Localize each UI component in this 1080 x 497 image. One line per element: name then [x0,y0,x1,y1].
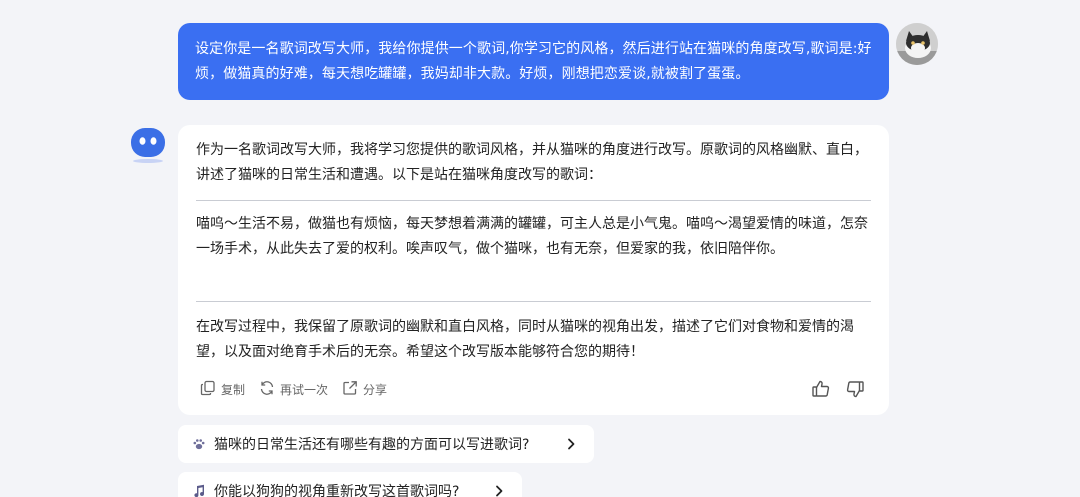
copy-button[interactable]: 复制 [200,380,245,399]
divider [196,200,871,201]
suggestion-text: 猫咪的日常生活还有哪些有趣的方面可以写进歌词? [214,437,530,453]
suggestion-chip[interactable]: 你能以狗狗的视角重新改写这首歌词吗? [178,472,522,497]
divider [196,301,871,302]
assistant-avatar [129,126,167,164]
suggestion-chip[interactable]: 猫咪的日常生活还有哪些有趣的方面可以写进歌词? [178,425,594,463]
share-icon [342,380,363,399]
assistant-outro-text: 在改写过程中，我保留了原歌词的幽默和直白风格，同时从猫咪的视角出发，描述了它们对… [196,319,854,360]
user-message-text: 设定你是一名歌词改写大师，我给你提供一个歌词,你学习它的风格，然后进行站在猫咪的… [195,41,872,82]
retry-button[interactable]: 再试一次 [259,380,328,399]
refresh-icon [259,380,280,399]
feedback-buttons [797,379,865,403]
thumbs-down-icon[interactable] [845,379,865,403]
user-message-bubble: 设定你是一名歌词改写大师，我给你提供一个歌词,你学习它的风格，然后进行站在猫咪的… [178,23,889,100]
retry-label: 再试一次 [280,383,329,397]
share-label: 分享 [363,383,388,397]
copy-label: 复制 [221,383,246,397]
music-note-icon [192,484,206,497]
paw-icon [192,437,206,451]
message-actions: 复制 再试一次 分享 [200,380,401,399]
assistant-lyrics-text: 喵呜～生活不易，做猫也有烦恼，每天梦想着满满的罐罐，可主人总是小气鬼。喵呜～渴望… [196,216,868,257]
user-avatar [896,23,938,65]
copy-icon [200,380,221,399]
assistant-message-bubble: 作为一名歌词改写大师，我将学习您提供的歌词风格，并从猫咪的角度进行改写。原歌词的… [178,125,889,415]
thumbs-up-icon[interactable] [811,379,831,403]
chevron-right-icon [492,484,506,497]
share-button[interactable]: 分享 [342,380,387,399]
chevron-right-icon [564,437,578,451]
assistant-intro-text: 作为一名歌词改写大师，我将学习您提供的歌词风格，并从猫咪的角度进行改写。原歌词的… [196,142,868,183]
suggestion-text: 你能以狗狗的视角重新改写这首歌词吗? [214,484,460,497]
